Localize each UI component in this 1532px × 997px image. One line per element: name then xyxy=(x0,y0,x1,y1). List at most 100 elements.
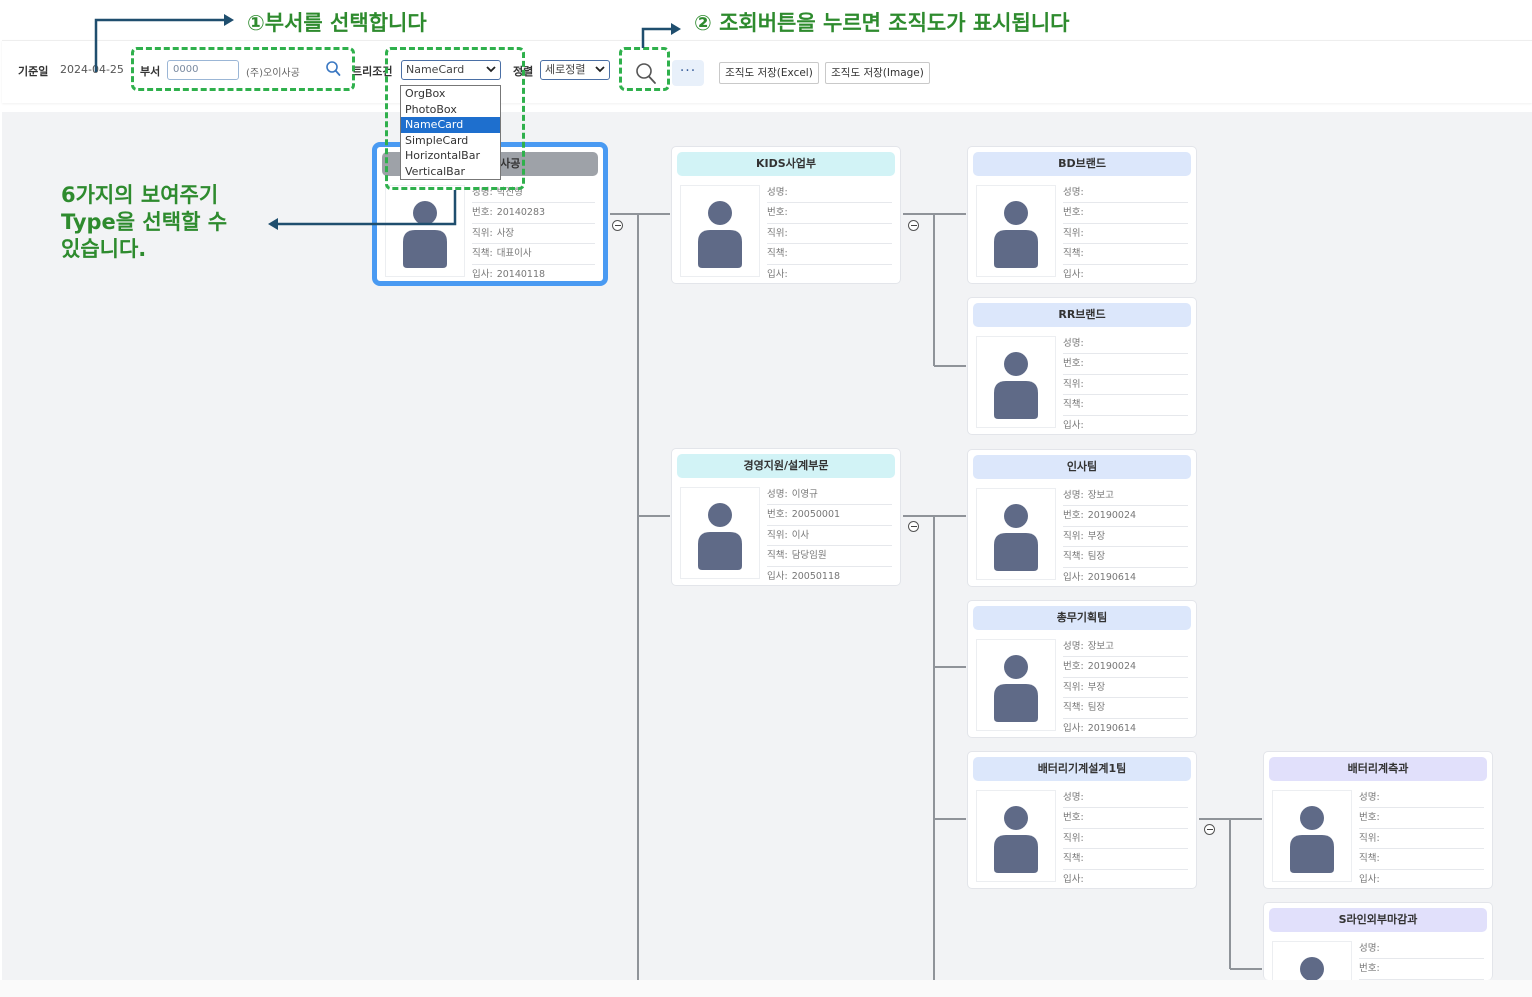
person-icon xyxy=(1300,957,1324,980)
field-hire: 입사: 20190614 xyxy=(1063,568,1188,587)
field-hire: 입사: xyxy=(1359,870,1484,889)
annotation-step1: ①부서를 선택합니다 xyxy=(247,11,427,35)
field-duty: 직책: xyxy=(1063,849,1188,870)
field-label: 입사: xyxy=(1063,722,1084,734)
field-value: 팀장 xyxy=(1087,551,1106,563)
field-value: 팀장 xyxy=(1087,702,1106,714)
org-card-fields: 성명: 번호: 직위: 직책: 입사: xyxy=(1063,334,1188,435)
field-label: 직위: xyxy=(1359,832,1380,844)
org-card-fields: 성명: 장보고 번호: 20190024 직위: 부장 직책: 팀장 입사: 20190614 xyxy=(1063,637,1188,738)
field-name: 성명: 장보고 xyxy=(1063,637,1188,658)
field-value: 20190024 xyxy=(1087,510,1137,522)
avatar xyxy=(976,488,1056,580)
org-card[interactable]: 경영지원/설계부문 성명: 이영규 번호: 20050001 직위: 이사 직책: 담당임원 입사… xyxy=(671,448,901,586)
field-label: 입사: xyxy=(1063,873,1084,885)
field-emp_no: 번호: 20190024 xyxy=(1063,506,1188,527)
field-value: 20190614 xyxy=(1087,722,1137,734)
annotation-types: 6가지의 보여주기 Type을 선택할 수 있습니다. xyxy=(61,182,227,263)
field-label: 직책: xyxy=(767,550,788,562)
field-value: 담당임원 xyxy=(791,550,827,562)
avatar xyxy=(680,487,760,579)
field-name: 성명: xyxy=(1063,334,1188,355)
org-card[interactable]: 배터리기계설계1팀성명: 번호: 직위: 직책: 입사: xyxy=(967,751,1197,889)
field-label: 번호: xyxy=(1063,812,1084,824)
org-card-fields: 성명: 장보고 번호: 20190024 직위: 부장 직책: 팀장 입사: 20190614 xyxy=(1063,486,1188,587)
field-label: 성명: xyxy=(1063,338,1084,349)
org-card[interactable]: 총무기획팀 성명: 장보고 번호: 20190024 직위: 부장 직책: 팀장 입사: 20190… xyxy=(967,600,1197,738)
field-position: 직위: 이사 xyxy=(767,526,892,547)
org-card-fields: 성명: 번호: 직위: 직책: 입사: xyxy=(1359,788,1484,889)
annotation-arrows xyxy=(94,14,681,230)
org-card-title: 배터리기계설계1팀 xyxy=(973,757,1191,781)
field-value: 장보고 xyxy=(1087,641,1114,652)
annotation-types-line1: 6가지의 보여주기 xyxy=(61,183,219,207)
field-value: 20190614 xyxy=(1087,571,1137,583)
field-value: 부장 xyxy=(1087,681,1106,693)
field-label: 직위: xyxy=(1063,681,1084,693)
field-name: 성명: xyxy=(1359,939,1484,960)
org-card-title: 총무기획팀 xyxy=(973,606,1191,630)
field-label: 입사: xyxy=(767,570,788,582)
field-label: 성명: xyxy=(1359,943,1380,954)
avatar xyxy=(976,639,1056,731)
field-name: 성명: 이영규 xyxy=(767,485,892,506)
field-value: 20050001 xyxy=(791,509,841,521)
org-card-title: S라인외부마감과 xyxy=(1269,908,1487,932)
field-emp_no: 번호: xyxy=(1359,959,1484,980)
field-value: 장보고 xyxy=(1087,490,1114,501)
field-label: 직책: xyxy=(1359,853,1380,865)
connector-line xyxy=(934,515,966,517)
person-icon xyxy=(994,352,1038,419)
connector-line xyxy=(637,213,639,980)
field-label: 직위: xyxy=(767,529,788,541)
org-card[interactable]: S라인외부마감과성명:번호:직위:직책:입사: xyxy=(1263,902,1493,980)
field-emp_no: 번호: xyxy=(1359,808,1484,829)
annotation-step2: ② 조회버튼을 누르면 조직도가 표시됩니다 xyxy=(694,11,1070,35)
field-duty: 직책: 팀장 xyxy=(1063,698,1188,719)
field-name: 성명: 장보고 xyxy=(1063,486,1188,507)
org-card[interactable]: 배터리계측과 성명: 번호: 직위: 직책: 입사: xyxy=(1263,751,1493,889)
field-value: 이사 xyxy=(791,529,810,541)
avatar xyxy=(976,336,1056,428)
field-name: 성명: xyxy=(1359,788,1484,809)
field-position: 직위: 부장 xyxy=(1063,678,1188,699)
collapse-toggle-icon[interactable] xyxy=(1204,824,1215,835)
field-label: 성명: xyxy=(1063,641,1084,652)
field-label: 직위: xyxy=(1063,530,1084,542)
field-label: 직책: xyxy=(1063,853,1084,865)
field-position: 직위: 부장 xyxy=(1063,527,1188,548)
field-emp_no: 번호: xyxy=(1063,354,1188,375)
field-label: 입사: xyxy=(1063,419,1084,431)
person-icon xyxy=(994,655,1038,722)
org-card[interactable]: RR브랜드성명: 번호: 직위: 직책: 입사: xyxy=(967,297,1197,435)
field-emp_no: 번호: 20050001 xyxy=(767,505,892,526)
field-duty: 직책: 팀장 xyxy=(1063,547,1188,568)
field-label: 번호: xyxy=(1063,510,1084,522)
org-card[interactable]: 인사팀 성명: 장보고 번호: 20190024 직위: 부장 직책: 팀장 입사: 2019061… xyxy=(967,449,1197,587)
collapse-toggle-icon[interactable] xyxy=(908,521,919,532)
field-duty: 직책: xyxy=(1063,395,1188,416)
connector-line xyxy=(1230,968,1262,970)
person-icon xyxy=(1290,806,1334,873)
field-name: 성명: xyxy=(1063,788,1188,809)
connector-line xyxy=(934,818,966,820)
field-label: 번호: xyxy=(1359,812,1380,824)
field-value: 부장 xyxy=(1087,530,1106,542)
field-label: 직책: xyxy=(1063,702,1084,714)
person-icon xyxy=(994,504,1038,571)
horizontal-scrollbar-track[interactable] xyxy=(0,980,1532,997)
field-position: 직위: xyxy=(1063,375,1188,396)
field-label: 성명: xyxy=(767,489,788,500)
field-label: 직책: xyxy=(1063,551,1084,563)
field-label: 직위: xyxy=(1063,832,1084,844)
field-hire: 입사: 20050118 xyxy=(767,567,892,586)
connector-line xyxy=(1199,818,1229,820)
connector-line xyxy=(934,365,966,367)
annotation-types-line2: Type을 선택할 수 xyxy=(61,210,228,234)
field-label: 성명: xyxy=(1063,490,1084,501)
org-card-title: RR브랜드 xyxy=(973,303,1191,327)
field-label: 직책: xyxy=(1063,399,1084,411)
org-card-fields: 성명: 이영규 번호: 20050001 직위: 이사 직책: 담당임원 입사: 20050118 xyxy=(767,485,892,586)
field-value: 20190024 xyxy=(1087,661,1137,673)
field-label: 입사: xyxy=(1359,873,1380,885)
